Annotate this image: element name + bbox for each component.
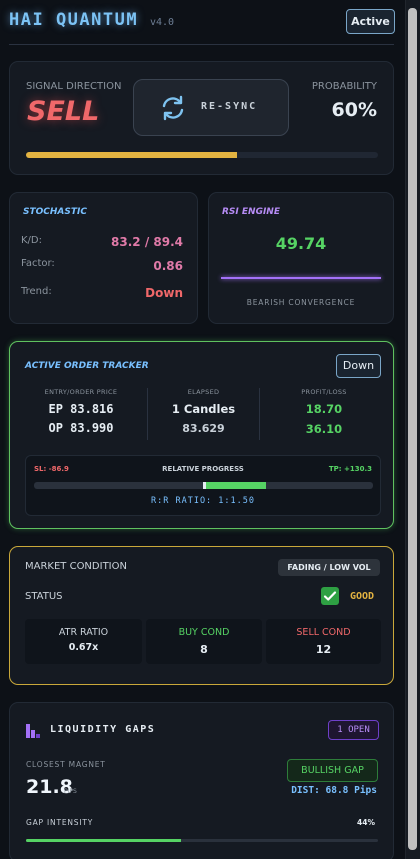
atr-box: ATR RATIO 0.67x [25,619,142,664]
order-col-pl: PROFIT/LOSS 18.70 36.10 [260,388,388,440]
closest-magnet-label: CLOSEST MAGNET [26,760,106,769]
probability-label: PROBABILITY [311,81,377,92]
order-col-elapsed: ELAPSED 1 Candles 83.629 [148,388,259,440]
rsi-value: 49.74 [275,234,327,253]
gap-intensity-value: 44% [357,818,375,827]
header-divider [9,44,394,45]
status-label: STATUS [25,591,63,602]
rsi-card: RSI ENGINE 49.74 BEARISH CONVERGENCE [208,192,394,324]
signal-direction-value: SELL [27,96,100,127]
market-condition-badge: FADING / LOW VOL [278,559,380,576]
check-icon [321,587,339,605]
rsi-line [221,277,381,279]
gap-distance: DIST: 68.8 Pips [291,785,377,796]
liquidity-gaps-card: LIQUIDITY GAPS 1 OPEN CLOSEST MAGNET 21.… [9,702,394,859]
relative-progress-bar [34,482,373,489]
pl-value-1: 18.70 [305,402,343,416]
gap-intensity-fill [26,839,181,842]
order-tracker-card: ACTIVE ORDER TRACKER Down ENTRY/ORDER PR… [9,341,394,529]
version-label: v4.0 [150,17,175,28]
stochastic-card: STOCHASTIC K/D: 83.2 / 89.4 Factor: 0.86… [9,192,198,324]
open-gaps-badge: 1 OPEN [328,720,379,740]
kd-label: K/D: [21,235,42,246]
probability-value: 60% [331,99,377,121]
sell-cond-label: SELL COND [296,627,351,638]
refresh-icon [159,94,187,126]
factor-label: Factor: [21,258,55,269]
relative-progress-fill [206,482,266,489]
elapsed-value: 1 Candles [171,402,236,416]
status-value: GOOD [350,591,375,602]
signal-direction-label: SIGNAL DIRECTION [26,81,122,92]
order-col-entry: ENTRY/ORDER PRICE EP 83.816 OP 83.990 [16,388,146,440]
closest-magnet-unit: PIPS [64,788,77,795]
elapsed-price: 83.629 [182,422,225,435]
sell-cond-box: SELL COND 12 [266,619,381,664]
gap-intensity-label: GAP INTENSITY [26,818,94,827]
probability-bar-fill [26,152,238,158]
rsi-title: RSI ENGINE [222,207,280,217]
rr-ratio: R:R RATIO: 1:1.50 [151,496,255,506]
probability-bar [26,152,378,158]
market-condition-card: MARKET CONDITION FADING / LOW VOL STATUS… [9,546,394,685]
rsi-note: BEARISH CONVERGENCE [246,298,356,307]
elapsed-label: ELAPSED [187,388,220,396]
market-condition-title: MARKET CONDITION [25,561,127,572]
app-title: HAI QUANTUM [9,10,139,30]
atr-value: 0.67x [68,642,99,653]
entry-price: EP 83.816 [48,402,114,416]
bar-chart-icon [26,723,40,742]
buy-cond-value: 8 [200,643,208,656]
order-direction-badge[interactable]: Down [336,354,381,378]
sell-cond-value: 12 [315,643,332,656]
stochastic-title: STOCHASTIC [23,207,87,217]
kd-value: 83.2 / 89.4 [111,235,183,249]
pl-label: PROFIT/LOSS [301,388,347,396]
factor-value: 0.86 [153,259,183,273]
trend-value: Down [145,286,183,300]
scrollbar-thumb[interactable] [408,8,417,850]
resync-button[interactable]: RE-SYNC [133,79,289,136]
atr-label: ATR RATIO [58,627,109,638]
buy-cond-label: BUY COND [178,627,230,638]
signal-card: SIGNAL DIRECTION SELL RE-SYNC PROBABILIT… [9,61,394,175]
order-price: OP 83.990 [48,421,114,435]
trend-label: Trend: [21,286,52,297]
order-tracker-title: ACTIVE ORDER TRACKER [25,361,149,371]
pl-value-2: 36.10 [305,422,343,436]
tp-label: TP: +130.3 [328,465,372,473]
entry-label: ENTRY/ORDER PRICE [44,388,118,396]
bullish-gap-badge: BULLISH GAP [287,759,378,782]
status-badge[interactable]: Active [346,9,395,34]
resync-label: RE-SYNC [201,101,258,112]
progress-panel: SL: -86.9 RELATIVE PROGRESS TP: +130.3 R… [25,455,381,516]
gap-intensity-bar [26,839,378,842]
liquidity-gaps-title: LIQUIDITY GAPS [50,724,156,735]
buy-cond-box: BUY COND 8 [146,619,262,664]
progress-label: RELATIVE PROGRESS [162,465,244,473]
